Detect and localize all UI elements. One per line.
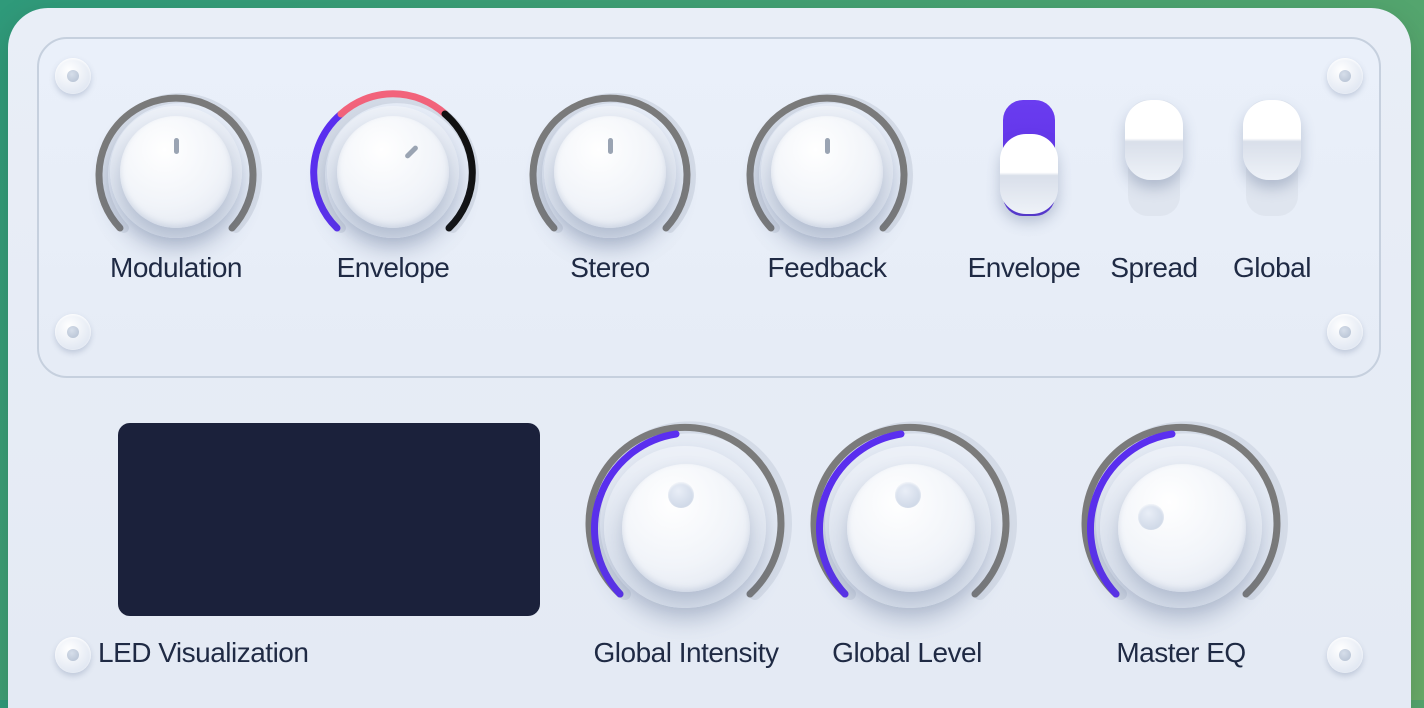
toggle-envelope[interactable]	[1000, 100, 1058, 216]
knob-label-master-eq: Master EQ	[1116, 637, 1246, 668]
toggle-thumb	[1000, 134, 1058, 214]
knob-label-global-intensity: Global Intensity	[593, 637, 780, 668]
screw-icon	[55, 314, 91, 350]
toggle-thumb	[1125, 100, 1183, 180]
global-intensity-knob[interactable]	[584, 421, 792, 626]
knob-indicator	[825, 138, 830, 154]
knob-label-modulation: Modulation	[110, 252, 242, 283]
knob-label-feedback: Feedback	[767, 252, 887, 283]
knob-label-envelope: Envelope	[336, 252, 450, 283]
knob-indicator	[895, 482, 921, 508]
knob-label-global-level: Global Level	[832, 637, 982, 668]
envelope-knob[interactable]	[310, 90, 479, 252]
toggle-spread[interactable]	[1125, 100, 1183, 216]
knob-label-stereo: Stereo	[570, 252, 650, 283]
toggle-label-global: Global	[1233, 252, 1311, 283]
modulation-knob[interactable]	[95, 92, 262, 252]
screw-icon	[1327, 314, 1363, 350]
toggle-global[interactable]	[1243, 100, 1301, 216]
led-visualization-display	[118, 423, 540, 616]
led-visualization-label: LED Visualization	[98, 637, 309, 668]
knob-indicator	[1138, 504, 1164, 530]
toggle-thumb	[1243, 100, 1301, 180]
knob-indicator	[174, 138, 179, 154]
stereo-knob[interactable]	[529, 92, 696, 252]
knob-indicator	[608, 138, 613, 154]
feedback-knob[interactable]	[746, 92, 913, 252]
screw-icon	[1327, 637, 1363, 673]
global-level-knob[interactable]	[809, 421, 1017, 626]
screw-icon	[1327, 58, 1363, 94]
toggle-label-envelope: Envelope	[967, 252, 1081, 283]
screw-icon	[55, 637, 91, 673]
screw-icon	[55, 58, 91, 94]
toggle-label-spread: Spread	[1110, 252, 1198, 283]
knob-indicator	[668, 482, 694, 508]
master-eq-knob[interactable]	[1080, 421, 1288, 626]
